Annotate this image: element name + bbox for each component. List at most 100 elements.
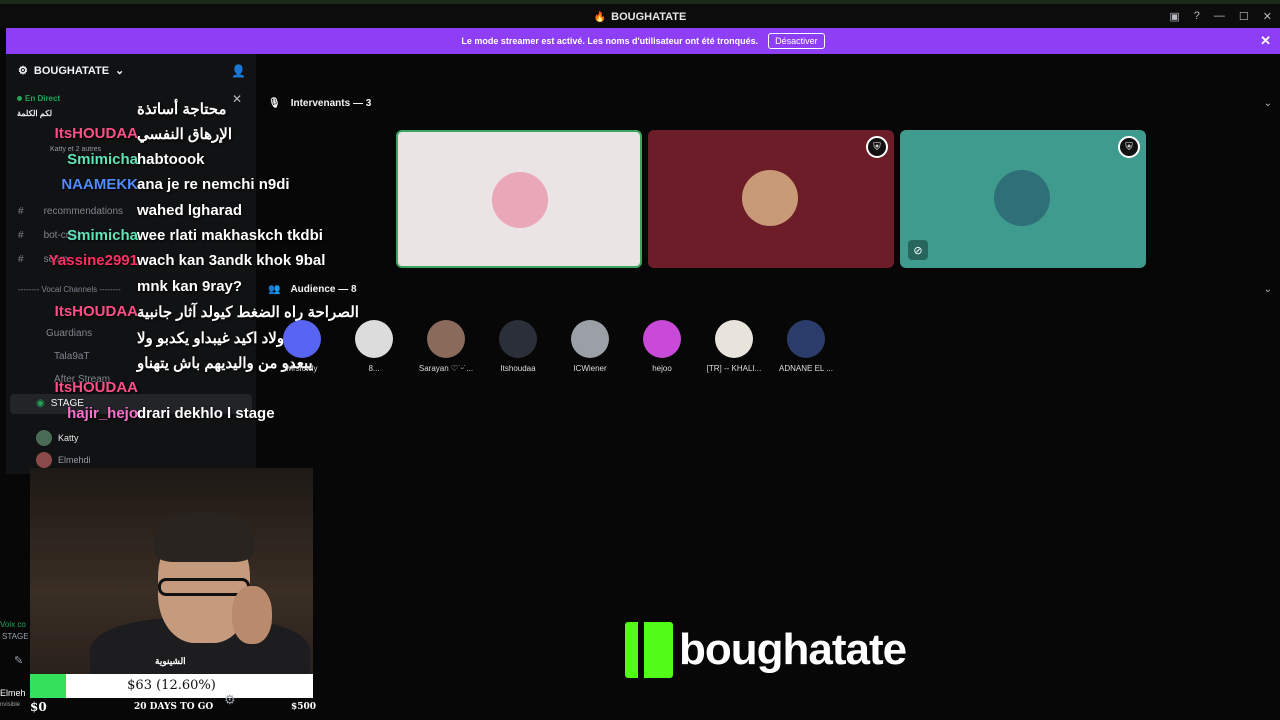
user-name: Katty bbox=[58, 433, 79, 443]
help-icon[interactable]: ? bbox=[1194, 10, 1200, 23]
speakers-label: Intervenants — 3 bbox=[290, 98, 372, 109]
chat-text: wahed lgharad bbox=[137, 201, 243, 219]
gear-icon[interactable]: ⚙ bbox=[224, 692, 236, 708]
goal-min: $0 bbox=[30, 700, 47, 714]
muted-mic-icon: ⊘ bbox=[908, 240, 928, 260]
server-name: BOUGHATATE bbox=[33, 64, 110, 77]
chat-text: الإرهاق النفسي bbox=[137, 126, 232, 144]
brand-logo-text: boughatate bbox=[679, 625, 907, 674]
microphone-icon: 🎙 bbox=[268, 98, 281, 109]
audience-name: 8... bbox=[368, 364, 380, 373]
chat-username: hajir_hejo bbox=[67, 404, 138, 422]
speaker-tile[interactable]: ⛨ ⊘ bbox=[900, 130, 1146, 268]
window-titlebar: 🔥 BOUGHATATE ▣ ? — ☐ ✕ bbox=[0, 0, 1280, 28]
stage-area: 🎙 Intervenants — 3 ⌄ ⛨ ⛨ ⊘ 👥 Audience — 8 ⌄ … bbox=[256, 54, 1280, 720]
stage-user-katty[interactable]: Katty bbox=[36, 430, 79, 446]
maximize-icon[interactable]: ☐ bbox=[1239, 10, 1249, 23]
audience-name: [TR] -- KHALI... bbox=[706, 364, 762, 373]
voice-connected-label: Voix co bbox=[0, 620, 26, 629]
audience-name: ICWiener bbox=[573, 364, 607, 373]
audience-member[interactable]: [TR] -- KHALI... bbox=[698, 320, 770, 373]
banner-text: Le mode streamer est activé. Les noms d'… bbox=[461, 36, 759, 46]
hash-icon: # bbox=[18, 230, 24, 241]
avatar bbox=[742, 170, 798, 226]
audience-name: Sarayan ♡˙ᵕ˙... bbox=[418, 364, 474, 373]
audience-member[interactable]: 8... bbox=[338, 320, 410, 373]
avatar bbox=[994, 170, 1050, 226]
webcam-overlay: الشينوية bbox=[30, 468, 313, 674]
avatar bbox=[787, 320, 825, 358]
voice-connected-channel: STAGE bbox=[2, 632, 29, 641]
hash-icon: # bbox=[18, 254, 24, 265]
user-panel-name: Elmeh bbox=[0, 688, 26, 698]
avatar bbox=[427, 320, 465, 358]
chat-username: Yassine2991 bbox=[48, 252, 138, 270]
window-title: 🔥 BOUGHATATE bbox=[0, 11, 1280, 23]
server-icon: ⚙ bbox=[18, 65, 28, 77]
audience-member[interactable]: ICWiener bbox=[554, 320, 626, 373]
screen-share-icon[interactable]: ▣ bbox=[1169, 10, 1179, 23]
chat-text: محتاجة أساتذة bbox=[137, 101, 227, 118]
kick-logo-icon bbox=[625, 622, 673, 678]
goal-amount: $63 (12.60%) bbox=[127, 678, 216, 693]
chat-username: ItsHOUDAA bbox=[54, 303, 138, 321]
goal-max: $500 bbox=[291, 702, 317, 712]
window-title-text: BOUGHATATE bbox=[611, 11, 687, 23]
avatar bbox=[36, 452, 52, 468]
disable-streamer-mode-button[interactable]: Désactiver bbox=[768, 33, 825, 49]
chat-username: Smimicha bbox=[67, 150, 138, 168]
avatar bbox=[355, 320, 393, 358]
stage-user-elmehdi[interactable]: Elmehdi bbox=[36, 452, 91, 468]
window-controls: ▣ ? — ☐ ✕ bbox=[1169, 10, 1272, 23]
users-icon: 👥 bbox=[268, 284, 281, 295]
avatar bbox=[571, 320, 609, 358]
audience-member[interactable]: Itshoudaa bbox=[482, 320, 554, 373]
audience-header: 👥 Audience — 8 bbox=[268, 284, 357, 295]
avatar bbox=[643, 320, 681, 358]
chevron-down-icon[interactable]: ⌄ bbox=[1264, 284, 1272, 295]
avatar bbox=[499, 320, 537, 358]
chat-username: NAAMEKK bbox=[61, 176, 138, 194]
mute-icon[interactable]: ✎ bbox=[14, 654, 23, 667]
server-header[interactable]: ⚙ BOUGHATATE ⌄ bbox=[18, 64, 125, 78]
audience-label: Audience — 8 bbox=[290, 284, 357, 295]
close-icon[interactable]: ✕ bbox=[1260, 33, 1271, 49]
brand-logo: boughatate bbox=[625, 622, 907, 678]
chat-username: Smimicha bbox=[67, 227, 138, 244]
audience-member[interactable]: Mrslowly bbox=[266, 320, 338, 373]
audience-member[interactable]: Sarayan ♡˙ᵕ˙... bbox=[410, 320, 482, 373]
webcam-person-hand bbox=[232, 586, 272, 644]
add-user-icon[interactable]: 👤 bbox=[231, 64, 246, 78]
moderator-badge-icon: ⛨ bbox=[1118, 136, 1140, 158]
server-flame-icon: 🔥 bbox=[593, 12, 607, 23]
chat-text: mnk kan 9ray? bbox=[137, 277, 243, 295]
avatar bbox=[36, 430, 52, 446]
goal-days: 20 DAYS TO GO bbox=[134, 702, 214, 712]
moderator-badge-icon: ⛨ bbox=[866, 136, 888, 158]
avatar bbox=[283, 320, 321, 358]
user-panel-status: nvisible bbox=[0, 702, 21, 708]
chat-text: drari dekhlo l stage bbox=[137, 404, 275, 422]
hash-icon: # bbox=[18, 206, 24, 217]
donation-goal-bar: $63 (12.60%) bbox=[30, 674, 313, 698]
live-dot-icon bbox=[17, 96, 22, 101]
user-name: Elmehdi bbox=[58, 455, 91, 465]
audience-name: Mrslowly bbox=[286, 364, 318, 373]
audience-name: ADNANE EL ... bbox=[779, 364, 833, 373]
chat-username: ItsHOUDAA bbox=[54, 125, 138, 143]
chevron-down-icon: ⌄ bbox=[115, 65, 125, 77]
speakers-header: 🎙 Intervenants — 3 bbox=[268, 98, 371, 109]
chat-text: habtoook bbox=[137, 150, 205, 168]
chevron-down-icon[interactable]: ⌄ bbox=[1264, 98, 1272, 109]
chat-username: ItsHOUDAA bbox=[54, 379, 138, 397]
audience-name: Itshoudaa bbox=[500, 364, 536, 373]
audience-member[interactable]: hejoo bbox=[626, 320, 698, 373]
close-window-icon[interactable]: ✕ bbox=[1263, 10, 1272, 23]
streamer-mode-banner: Le mode streamer est activé. Les noms d'… bbox=[6, 28, 1280, 54]
minimize-icon[interactable]: — bbox=[1214, 10, 1225, 23]
speaker-tile[interactable]: ⛨ bbox=[648, 130, 894, 268]
speaker-tile[interactable] bbox=[396, 130, 642, 268]
webcam-tag: الشينوية bbox=[155, 656, 186, 666]
avatar bbox=[715, 320, 753, 358]
audience-member[interactable]: ADNANE EL ... bbox=[770, 320, 842, 373]
